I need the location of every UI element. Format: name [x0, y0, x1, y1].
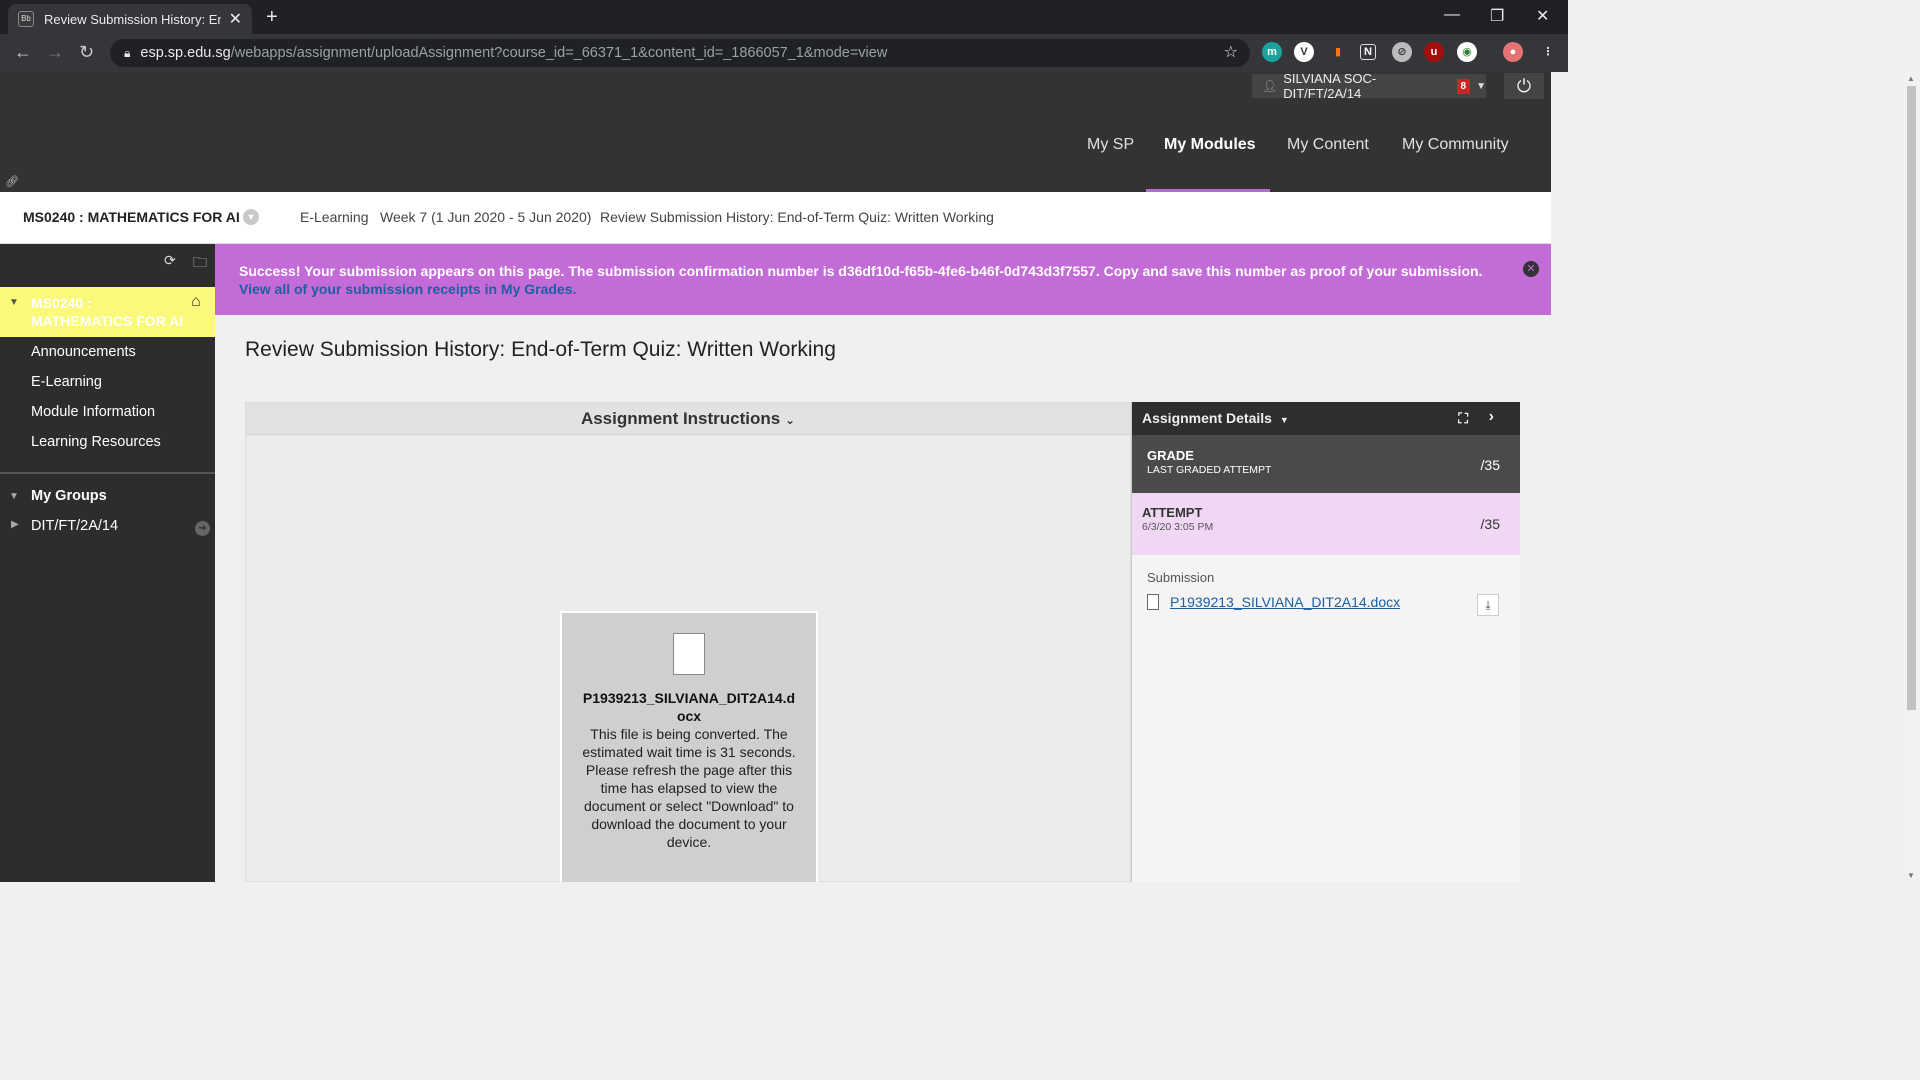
browser-tab[interactable]: Bb Review Submission History: End- ✕ [8, 4, 252, 34]
extension-bookmark-icon[interactable]: ▮ [1328, 42, 1348, 62]
scroll-down-icon[interactable]: ▼ [1907, 871, 1915, 880]
notification-badge: 8 [1456, 78, 1471, 94]
link-icon[interactable]: 🔗︎ [5, 175, 19, 188]
nav-my-content[interactable]: My Content [1287, 136, 1369, 164]
document-icon [673, 633, 705, 675]
success-message: Success! Your submission appears on this… [239, 263, 1483, 279]
extension-circle-icon[interactable]: ◉ [1457, 42, 1477, 62]
reload-icon[interactable]: ↻ [79, 42, 94, 63]
sidebar-course-header[interactable]: ▼ MS0240 : MATHEMATICS FOR AI ⌂ [0, 287, 215, 337]
close-window-icon[interactable]: ✕ [1536, 6, 1549, 26]
browser-toolbar: ← → ↻ 🔒︎ esp.sp.edu.sg /webapps/assignme… [0, 34, 1568, 72]
details-title: Assignment Details [1142, 410, 1272, 426]
scroll-up-icon[interactable]: ▲ [1907, 74, 1915, 83]
breadcrumb-item[interactable]: Week 7 (1 Jun 2020 - 5 Jun 2020) [380, 209, 591, 225]
expand-triangle-icon[interactable]: ▶ [11, 519, 19, 530]
page: 👤︎ SILVIANA SOC-DIT/FT/2A/14 8 ▼ ⏻ My SP… [0, 72, 1551, 882]
notion-icon[interactable]: N [1360, 44, 1376, 60]
instructions-header[interactable]: Assignment Instructions ⌄ [246, 403, 1130, 435]
attempt-points: /35 [1480, 516, 1500, 532]
address-bar[interactable]: 🔒︎ esp.sp.edu.sg /webapps/assignment/upl… [110, 39, 1250, 67]
details-header[interactable]: Assignment Details ▼ ⛶ › [1132, 402, 1520, 435]
breadcrumb-item: Review Submission History: End-of-Term Q… [600, 209, 994, 225]
close-icon[interactable]: ✕ [1523, 261, 1539, 277]
sidebar-item-learning-resources[interactable]: Learning Resources [31, 434, 161, 450]
extension-v-icon[interactable]: V [1294, 42, 1314, 62]
course-menu-sidebar: ⟳ 🗀︎ ▼ MS0240 : MATHEMATICS FOR AI ⌂ Ann… [0, 244, 215, 882]
forward-icon[interactable]: → [46, 42, 64, 63]
attempt-label: ATTEMPT [1142, 505, 1203, 520]
assignment-details-panel: Assignment Details ▼ ⛶ › GRADE LAST GRAD… [1131, 402, 1520, 882]
browser-menu-icon[interactable]: ⋮ [1538, 42, 1558, 62]
extension-compass-icon[interactable]: ⊘ [1392, 42, 1412, 62]
ublock-icon[interactable]: u [1424, 42, 1444, 62]
instructions-title: Assignment Instructions [580, 409, 781, 428]
breadcrumb: MS0240 : MATHEMATICS FOR AI ▼ E-Learning… [0, 192, 1551, 244]
user-icon: 👤︎ [1262, 79, 1278, 93]
bookmark-star-icon[interactable]: ☆ [1224, 42, 1238, 62]
file-preview-card: P1939213_SILVIANA_DIT2A14.docx This file… [560, 611, 818, 882]
breadcrumb-item[interactable]: E-Learning [300, 209, 369, 225]
attempt-date: 6/3/20 3:05 PM [1142, 521, 1214, 533]
chevron-right-icon[interactable]: › [1489, 408, 1494, 426]
home-icon[interactable]: ⌂ [191, 293, 201, 311]
new-tab-icon[interactable]: + [266, 6, 278, 29]
site-header: 👤︎ SILVIANA SOC-DIT/FT/2A/14 8 ▼ ⏻ My SP… [0, 72, 1551, 192]
sidebar-divider [0, 472, 215, 474]
breadcrumb-course[interactable]: MS0240 : MATHEMATICS FOR AI [23, 209, 240, 225]
url-host: esp.sp.edu.sg [140, 45, 231, 61]
nav-my-community[interactable]: My Community [1402, 136, 1509, 164]
tab-title: Review Submission History: End- [44, 11, 221, 27]
lock-icon: 🔒︎ [124, 45, 131, 60]
user-name: SILVIANA SOC-DIT/FT/2A/14 [1283, 72, 1377, 101]
restore-icon[interactable]: ❐ [1490, 6, 1504, 26]
page-title: Review Submission History: End-of-Term Q… [245, 338, 836, 361]
nav-my-sp[interactable]: My SP [1087, 136, 1134, 164]
grade-sub-label: LAST GRADED ATTEMPT [1147, 464, 1272, 476]
download-button[interactable]: ⤓ [1477, 594, 1499, 616]
extension-m-icon[interactable]: m [1262, 42, 1282, 62]
file-name: P1939213_SILVIANA_DIT2A14.docx [582, 690, 796, 724]
sidebar-item-module-information[interactable]: Module Information [31, 404, 155, 420]
chevron-down-icon: ▼ [1279, 415, 1289, 425]
folder-icon[interactable]: 🗀︎ [193, 252, 207, 276]
attempt-box[interactable]: ATTEMPT 6/3/20 3:05 PM /35 [1132, 493, 1520, 555]
refresh-icon[interactable]: ⟳ [164, 252, 176, 269]
my-groups-header[interactable]: My Groups [31, 488, 107, 504]
grade-label: GRADE [1147, 448, 1194, 463]
sidebar-item-e-learning[interactable]: E-Learning [31, 374, 102, 390]
chevron-down-icon: ▼ [1476, 80, 1486, 92]
submission-file-link[interactable]: P1939213_SILVIANA_DIT2A14.docx [1170, 594, 1400, 610]
browser-tab-bar: Bb Review Submission History: End- ✕ + —… [0, 0, 1568, 34]
close-tab-icon[interactable]: ✕ [229, 9, 242, 29]
conversion-message: This file is being converted. The estima… [582, 726, 796, 850]
minimize-icon[interactable]: — [1444, 6, 1460, 24]
go-arrow-icon[interactable]: ➜ [195, 521, 210, 536]
chevron-down-icon: ⌄ [784, 413, 796, 427]
success-banner: Success! Your submission appears on this… [215, 244, 1551, 315]
sidebar-item-group[interactable]: DIT/FT/2A/14 [31, 518, 118, 534]
submission-file: P1939213_SILVIANA_DIT2A14.docx [1147, 594, 1400, 610]
sidebar-course-name: MS0240 : MATHEMATICS FOR AI [31, 295, 184, 329]
back-icon[interactable]: ← [14, 42, 32, 63]
blackboard-favicon-icon: Bb [18, 11, 34, 27]
assignment-instructions-panel: Assignment Instructions ⌄ P1939213_SILVI… [245, 402, 1131, 882]
grade-box: GRADE LAST GRADED ATTEMPT /35 [1132, 435, 1520, 493]
profile-avatar[interactable]: ● [1503, 42, 1523, 62]
collapse-triangle-icon[interactable]: ▼ [9, 491, 19, 502]
sidebar-item-announcements[interactable]: Announcements [31, 344, 136, 360]
scrollbar-thumb[interactable] [1907, 86, 1916, 710]
url-path: /webapps/assignment/uploadAssignment?cou… [230, 45, 888, 61]
grade-points: /35 [1480, 457, 1500, 473]
user-menu[interactable]: 👤︎ SILVIANA SOC-DIT/FT/2A/14 8 ▼ [1252, 72, 1486, 101]
logout-power-icon[interactable]: ⏻ [1504, 73, 1544, 99]
collapse-triangle-icon[interactable]: ▼ [9, 297, 19, 308]
file-icon [1147, 594, 1159, 610]
page-scrollbar[interactable]: ▲ ▼ [1903, 72, 1920, 882]
nav-my-modules[interactable]: My Modules [1164, 136, 1256, 164]
expand-icon[interactable]: ⛶ [1458, 410, 1468, 427]
submission-label: Submission [1147, 570, 1215, 585]
view-receipts-link[interactable]: View all of your submission receipts in … [239, 281, 576, 297]
chevron-down-icon[interactable]: ▼ [243, 209, 259, 225]
